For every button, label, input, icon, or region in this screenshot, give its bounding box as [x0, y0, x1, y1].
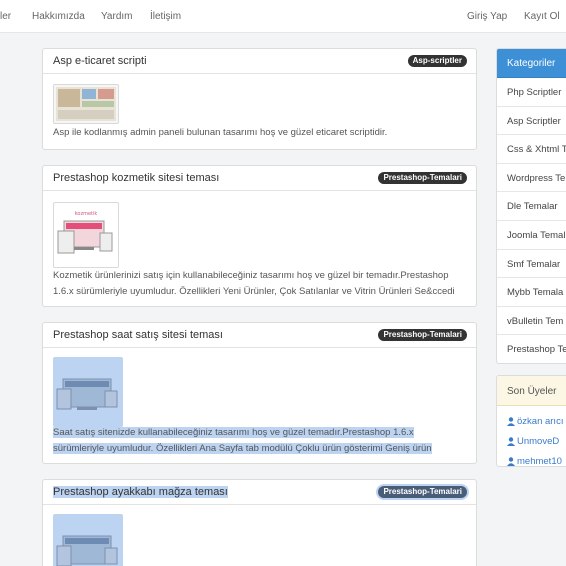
nav-link-about[interactable]: Hakkımızda — [32, 11, 85, 22]
nav-link-help[interactable]: Yardım — [101, 11, 133, 22]
post-title[interactable]: Prestashop ayakkabı mağza teması — [53, 486, 228, 498]
post-header: Prestashop saat satış sitesi teması Pres… — [43, 323, 476, 348]
category-label[interactable]: Prestashop Te — [507, 344, 566, 355]
category-item[interactable]: Smf Temalar — [497, 250, 566, 279]
post-card: Prestashop ayakkabı mağza teması Prestas… — [42, 479, 477, 566]
post-header: Prestashop ayakkabı mağza teması Prestas… — [43, 480, 476, 505]
post-description-line: Asp ile kodlanmış admin paneli bulunan t… — [53, 127, 388, 138]
category-item[interactable]: Wordpress Te — [497, 164, 566, 193]
category-label[interactable]: Joomla Temal — [507, 230, 565, 241]
post-title[interactable]: Asp e-ticaret scripti — [53, 55, 147, 67]
nav-link-login[interactable]: Giriş Yap — [467, 11, 507, 22]
user-icon — [507, 417, 515, 426]
categories-panel: Kategoriler Php Scriptler Asp Scriptler … — [496, 48, 566, 364]
member-name[interactable]: UnmoveD — [517, 436, 559, 447]
post-title[interactable]: Prestashop saat satış sitesi teması — [53, 329, 223, 341]
category-label[interactable]: Mybb Temala — [507, 287, 563, 298]
category-item[interactable]: Joomla Temal — [497, 221, 566, 250]
member-name[interactable]: özkan arıcı — [517, 416, 563, 427]
post-description-line: 1.6.x sürümleriyle uyumludur. Özellikler… — [53, 286, 455, 297]
category-item[interactable]: Mybb Temala — [497, 278, 566, 307]
category-item[interactable]: Php Scriptler — [497, 78, 566, 107]
post-thumbnail[interactable] — [53, 514, 123, 566]
nav-link-truncated[interactable]: ler — [0, 11, 11, 22]
post-description-line: sürümleriyle uyumludur. Özellikleri Ana … — [53, 443, 432, 454]
category-item[interactable]: Dle Temalar — [497, 192, 566, 221]
post-header: Prestashop kozmetik sitesi teması Presta… — [43, 166, 476, 191]
category-label[interactable]: Php Scriptler — [507, 87, 561, 98]
category-label[interactable]: vBulletin Tem — [507, 316, 563, 327]
member-name[interactable]: mehmet10 — [517, 456, 562, 466]
category-item[interactable]: Css & Xhtml T — [497, 135, 566, 164]
member-item[interactable]: UnmoveD — [497, 432, 566, 452]
category-label[interactable]: Smf Temalar — [507, 259, 560, 270]
post-header: Asp e-ticaret scripti Asp-scriptler — [43, 49, 476, 74]
post-thumbnail[interactable] — [53, 357, 123, 427]
nav-link-contact[interactable]: İletişim — [150, 11, 181, 22]
members-title: Son Üyeler — [507, 386, 557, 397]
category-item[interactable]: Asp Scriptler — [497, 107, 566, 136]
categories-title: Kategoriler — [507, 58, 556, 69]
post-card: Prestashop saat satış sitesi teması Pres… — [42, 322, 477, 464]
user-icon — [507, 457, 515, 466]
top-navbar: ler Hakkımızda Yardım İletişim Giriş Yap… — [0, 0, 566, 33]
user-icon — [507, 437, 515, 446]
post-description: Kozmetik ürünlerinizi satış için kullana… — [53, 268, 455, 300]
categories-header: Kategoriler — [497, 49, 566, 78]
category-badge[interactable]: Asp-scriptler — [407, 55, 467, 67]
members-panel: Son Üyeler özkan arıcı UnmoveD mehmet10 — [496, 375, 566, 467]
category-label[interactable]: Dle Temalar — [507, 201, 558, 212]
post-description-line: Kozmetik ürünlerinizi satış için kullana… — [53, 270, 449, 281]
post-description: Saat satış sitenizde kullanabileceğiniz … — [53, 425, 432, 457]
members-header: Son Üyeler — [497, 376, 566, 406]
category-badge[interactable]: Prestashop-Temalari — [378, 329, 467, 341]
post-card: Prestashop kozmetik sitesi teması Presta… — [42, 165, 477, 307]
post-title[interactable]: Prestashop kozmetik sitesi teması — [53, 172, 219, 184]
category-label[interactable]: Wordpress Te — [507, 173, 565, 184]
post-description: Asp ile kodlanmış admin paneli bulunan t… — [53, 125, 387, 141]
category-label[interactable]: Css & Xhtml T — [507, 144, 566, 155]
category-label[interactable]: Asp Scriptler — [507, 116, 561, 127]
post-description-line: Saat satış sitenizde kullanabileceğiniz … — [53, 427, 414, 438]
post-thumbnail[interactable] — [53, 84, 119, 124]
svg-text:kozmetik: kozmetik — [75, 211, 98, 217]
member-item[interactable]: mehmet10 — [497, 452, 566, 466]
member-item[interactable]: özkan arıcı — [497, 412, 566, 432]
nav-link-register[interactable]: Kayıt Ol — [524, 11, 560, 22]
category-badge[interactable]: Prestashop-Temalari — [378, 172, 467, 184]
category-item[interactable]: vBulletin Tem — [497, 307, 566, 336]
post-thumbnail[interactable]: kozmetik — [53, 202, 119, 268]
post-card: Asp e-ticaret scripti Asp-scriptler Asp … — [42, 48, 477, 150]
category-item[interactable]: Prestashop Te — [497, 335, 566, 363]
category-badge[interactable]: Prestashop-Temalari — [378, 486, 467, 498]
